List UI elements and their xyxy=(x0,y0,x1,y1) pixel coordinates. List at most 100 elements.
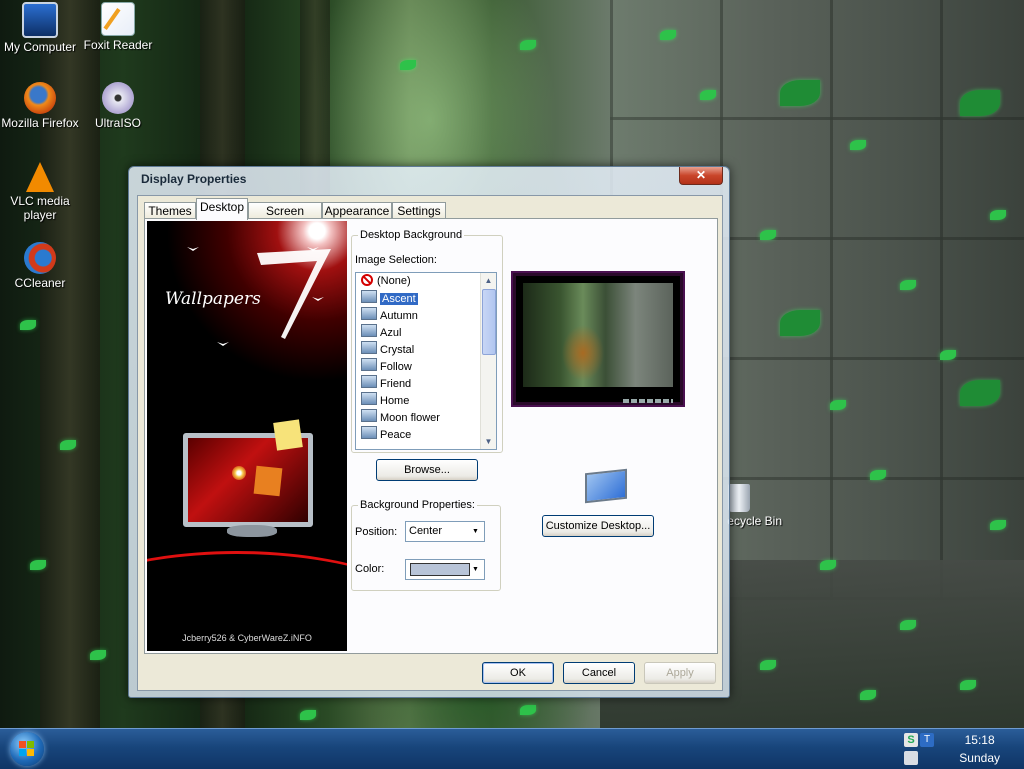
image-thumbnail-icon xyxy=(361,358,377,371)
browse-button[interactable]: Browse... xyxy=(376,459,478,481)
color-picker-button[interactable]: ▼ xyxy=(405,559,485,580)
monitor-stand xyxy=(227,525,277,537)
vlc-cone-icon xyxy=(26,162,54,192)
recycle-bin-icon xyxy=(728,484,750,512)
windows-logo-icon xyxy=(19,741,35,757)
leaf xyxy=(940,350,956,360)
leaf xyxy=(90,650,106,660)
tray-app-icon[interactable]: S xyxy=(904,733,918,747)
disc-icon xyxy=(102,82,134,114)
scroll-up-arrow-icon[interactable]: ▲ xyxy=(481,273,496,288)
list-item[interactable]: Crystal xyxy=(358,341,414,357)
list-item[interactable]: Friend xyxy=(358,375,411,391)
list-item[interactable]: Peace xyxy=(358,426,411,442)
tray-network-icon[interactable]: T xyxy=(920,733,934,747)
ok-button[interactable]: OK xyxy=(482,662,554,684)
desktop-icon-label: UltraISO xyxy=(94,116,141,130)
desktop-icon-vlc[interactable]: VLC media player xyxy=(0,162,80,222)
leaf xyxy=(830,400,846,410)
no-entry-icon xyxy=(361,274,373,286)
leaf xyxy=(850,140,866,150)
list-item-selected[interactable]: Ascent xyxy=(358,290,419,306)
leaf xyxy=(870,470,886,480)
leaf xyxy=(780,310,820,336)
position-value: Center xyxy=(409,525,443,537)
computer-icon xyxy=(22,2,58,38)
firefox-icon xyxy=(24,82,56,114)
color-swatch xyxy=(410,563,470,576)
scrollbar-thumb[interactable] xyxy=(482,289,496,355)
color-label: Color: xyxy=(355,563,385,575)
monitor-icon xyxy=(581,468,627,505)
close-button[interactable]: ✕ xyxy=(679,167,723,185)
desktop-icon-my-computer[interactable]: My Computer xyxy=(0,2,80,54)
list-item[interactable]: Autumn xyxy=(358,307,418,323)
desktop-icon-ccleaner[interactable]: CCleaner xyxy=(0,242,80,290)
desktop-preview-screen xyxy=(523,283,673,387)
preview-taskbar xyxy=(623,399,673,403)
leaf xyxy=(960,680,976,690)
desktop-icon-label: My Computer xyxy=(3,40,77,54)
leaf xyxy=(780,80,820,106)
desktop-icon-firefox[interactable]: Mozilla Firefox xyxy=(0,82,80,130)
leaf xyxy=(760,660,776,670)
image-thumbnail-icon xyxy=(361,392,377,405)
photo-icon xyxy=(253,465,283,497)
position-label: Position: xyxy=(355,526,398,538)
leaf xyxy=(400,60,416,70)
image-thumbnail-icon xyxy=(361,307,377,320)
desktop-icon-label: CCleaner xyxy=(14,276,66,290)
image-thumbnail-icon xyxy=(361,324,377,337)
list-item[interactable]: Follow xyxy=(358,358,412,374)
desktop-icon-label: ecycle Bin xyxy=(727,514,782,528)
leaf xyxy=(30,560,46,570)
clock-time: 15:18 xyxy=(964,733,995,747)
leaf xyxy=(990,520,1006,530)
leaf xyxy=(900,280,916,290)
list-item[interactable]: (None) xyxy=(358,273,411,289)
desktop-icon-label: Foxit Reader xyxy=(83,38,153,52)
wallpapers-banner-image: Wallpapers Jcberry526 & CyberWareZ.iNFO xyxy=(147,221,347,651)
display-properties-window: Display Properties ✕ Themes Desktop Scre… xyxy=(128,166,730,698)
apply-button[interactable]: Apply xyxy=(644,662,716,684)
credit-text: Jcberry526 & CyberWareZ.iNFO xyxy=(182,633,312,643)
image-thumbnail-icon xyxy=(361,426,377,439)
scroll-down-arrow-icon[interactable]: ▼ xyxy=(481,434,496,449)
window-title: Display Properties xyxy=(141,172,247,186)
chevron-down-icon[interactable]: ▼ xyxy=(468,561,483,578)
desktop-icon-ultraiso[interactable]: UltraISO xyxy=(78,82,158,130)
image-selection-list[interactable]: (None) Ascent Autumn Azul Crystal Follow xyxy=(355,272,497,450)
system-tray: S T 15:18 Sunday xyxy=(900,729,1024,769)
leaf xyxy=(300,710,316,720)
list-item[interactable]: Moon flower xyxy=(358,409,440,425)
list-scrollbar[interactable]: ▲ ▼ xyxy=(480,273,496,449)
dialog-client-area: Themes Desktop Screen Saver Appearance S… xyxy=(137,195,723,691)
start-button[interactable] xyxy=(10,732,44,766)
foxit-reader-icon xyxy=(101,2,135,36)
desktop-icon-foxit-reader[interactable]: Foxit Reader xyxy=(78,2,158,52)
image-thumbnail-icon xyxy=(361,290,377,303)
leaf xyxy=(700,90,716,100)
taskbar: S T 15:18 Sunday xyxy=(0,728,1024,769)
tab-desktop[interactable]: Desktop xyxy=(196,198,248,220)
cancel-button[interactable]: Cancel xyxy=(563,662,635,684)
tray-document-icon[interactable] xyxy=(904,751,918,765)
customize-desktop-button[interactable]: Customize Desktop... xyxy=(542,515,654,537)
chevron-down-icon[interactable]: ▼ xyxy=(468,523,483,540)
group-title: Desktop Background xyxy=(358,229,465,241)
title-bar[interactable]: Display Properties ✕ xyxy=(129,167,729,191)
taskbar-clock[interactable]: 15:18 Sunday xyxy=(959,731,1000,767)
image-selection-label: Image Selection: xyxy=(355,254,437,266)
leaf xyxy=(960,380,1000,406)
group-title: Background Properties: xyxy=(358,499,477,511)
leaf xyxy=(760,230,776,240)
leaf xyxy=(860,690,876,700)
leaf xyxy=(960,90,1000,116)
leaf xyxy=(60,440,76,450)
sticky-note-icon xyxy=(273,419,303,451)
position-dropdown[interactable]: Center ▼ xyxy=(405,521,485,542)
list-item[interactable]: Azul xyxy=(358,324,401,340)
list-item[interactable]: Home xyxy=(358,392,409,408)
clock-day: Sunday xyxy=(959,751,1000,765)
leaf xyxy=(520,40,536,50)
